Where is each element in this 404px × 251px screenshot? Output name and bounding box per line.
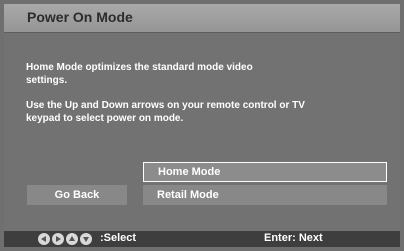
- option-home-mode[interactable]: Home Mode: [143, 162, 387, 182]
- nav-arrows: [38, 233, 94, 245]
- menu-frame: Power On Mode Home Mode optimizes the st…: [4, 4, 400, 247]
- go-back-button[interactable]: Go Back: [27, 185, 127, 205]
- description-instructions: Use the Up and Down arrows on your remot…: [26, 100, 305, 124]
- enter-hint: Enter: Next: [264, 232, 323, 244]
- down-arrow-icon: [80, 233, 92, 245]
- title-bar: Power On Mode: [4, 4, 400, 33]
- left-arrow-icon: [38, 233, 50, 245]
- footer-bar: :Select Enter: Next: [4, 231, 400, 247]
- description-home-mode: Home Mode optimizes the standard mode vi…: [26, 62, 253, 86]
- select-hint: :Select: [100, 232, 137, 244]
- option-retail-mode[interactable]: Retail Mode: [143, 185, 387, 205]
- right-arrow-icon: [52, 233, 64, 245]
- tv-menu-screen: Power On Mode Home Mode optimizes the st…: [0, 0, 404, 251]
- page-title: Power On Mode: [27, 9, 133, 25]
- up-arrow-icon: [66, 233, 78, 245]
